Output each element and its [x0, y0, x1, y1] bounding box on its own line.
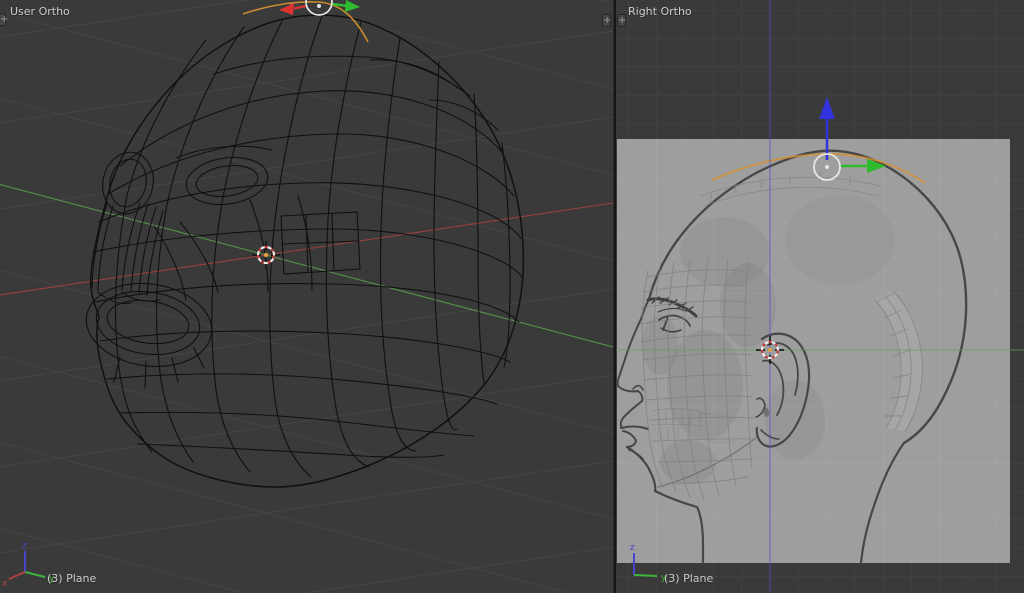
gizmo-y-label: y	[49, 574, 55, 584]
gizmo-x-label: x	[2, 579, 8, 589]
head-wireframe-mesh[interactable]	[81, 14, 525, 488]
gizmo-x-axis-icon	[8, 571, 26, 580]
gizmo-y-label: y	[661, 573, 667, 583]
blender-3d-view-split: z y x User Ortho (3) Plane + + z y Right…	[0, 0, 1024, 593]
tool-shelf-expand-tab[interactable]: +	[617, 14, 626, 27]
gizmo-z-label: z	[22, 541, 27, 551]
cursor-3d	[252, 241, 280, 269]
manipulator-center-dot	[825, 165, 829, 169]
far-eye-socket	[185, 156, 269, 206]
reference-image	[616, 139, 1010, 565]
properties-panel-expand-tab[interactable]: +	[602, 14, 611, 27]
gizmo-y-axis-icon	[633, 574, 658, 577]
gizmo-z-label: z	[630, 543, 635, 553]
selection-median-dot	[263, 252, 269, 258]
gizmo-y-axis-icon	[24, 571, 46, 578]
manipulator-y-arrowhead-icon[interactable]	[345, 0, 360, 12]
viewport-user-ortho[interactable]: z y x User Ortho (3) Plane + +	[0, 0, 613, 593]
right-ortho-scene: z y	[616, 0, 1024, 593]
user-ortho-scene: z y x	[0, 0, 613, 593]
viewport-right-ortho[interactable]: z y Right Ortho (3) Plane +	[616, 0, 1024, 593]
region-expand-tab[interactable]: +	[0, 13, 8, 26]
manipulator-x-arrow[interactable]	[293, 4, 307, 10]
manipulator-z-arrowhead-icon[interactable]	[819, 97, 835, 119]
manipulator-center-dot	[317, 4, 321, 8]
selection-median-dot	[767, 347, 773, 353]
